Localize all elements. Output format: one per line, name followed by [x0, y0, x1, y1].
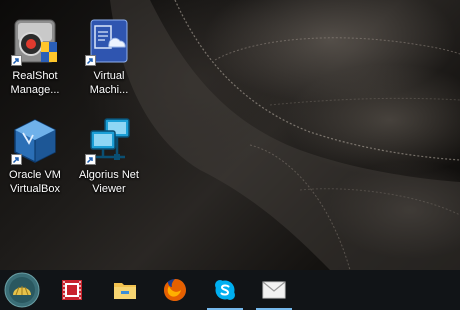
desktop-icon-algorius-net-viewer[interactable]: Algorius Net Viewer [74, 117, 144, 196]
desktop-icon-label: Oracle VM VirtualBox [9, 169, 61, 195]
start-button[interactable] [2, 270, 42, 310]
taskbar-item-mail[interactable] [254, 270, 294, 310]
desktop-icon-realshot-manager[interactable]: RealShot Manage... [0, 18, 70, 97]
desktop-icon-label: Virtual Machi... [89, 70, 129, 96]
realshot-manager-icon [11, 18, 59, 66]
desktop-icon-virtual-machine[interactable]: Virtual Machi... [74, 18, 144, 97]
desktop-icon-virtualbox[interactable]: Oracle VM VirtualBox [0, 117, 70, 196]
film-app-icon [62, 280, 82, 300]
taskbar-item-skype[interactable] [205, 270, 245, 310]
shortcut-arrow-icon [11, 154, 22, 165]
shortcut-arrow-icon [85, 55, 96, 66]
start-shell-icon [4, 272, 40, 308]
virtual-machine-icon [85, 18, 133, 66]
file-explorer-icon [114, 283, 136, 299]
taskbar-item-film-app[interactable] [52, 270, 92, 310]
mail-icon [262, 281, 286, 299]
virtualbox-icon [11, 117, 59, 165]
network-viewer-icon [85, 117, 133, 165]
desktop-icon-label: Algorius Net Viewer [79, 169, 139, 195]
firefox-icon [164, 279, 186, 301]
shortcut-arrow-icon [11, 55, 22, 66]
taskbar-item-file-explorer[interactable] [105, 270, 145, 310]
taskbar [0, 270, 460, 310]
desktop-icon-label: RealShot Manage... [10, 70, 60, 96]
taskbar-item-firefox[interactable] [155, 270, 195, 310]
shortcut-arrow-icon [85, 154, 96, 165]
skype-icon [215, 280, 235, 300]
